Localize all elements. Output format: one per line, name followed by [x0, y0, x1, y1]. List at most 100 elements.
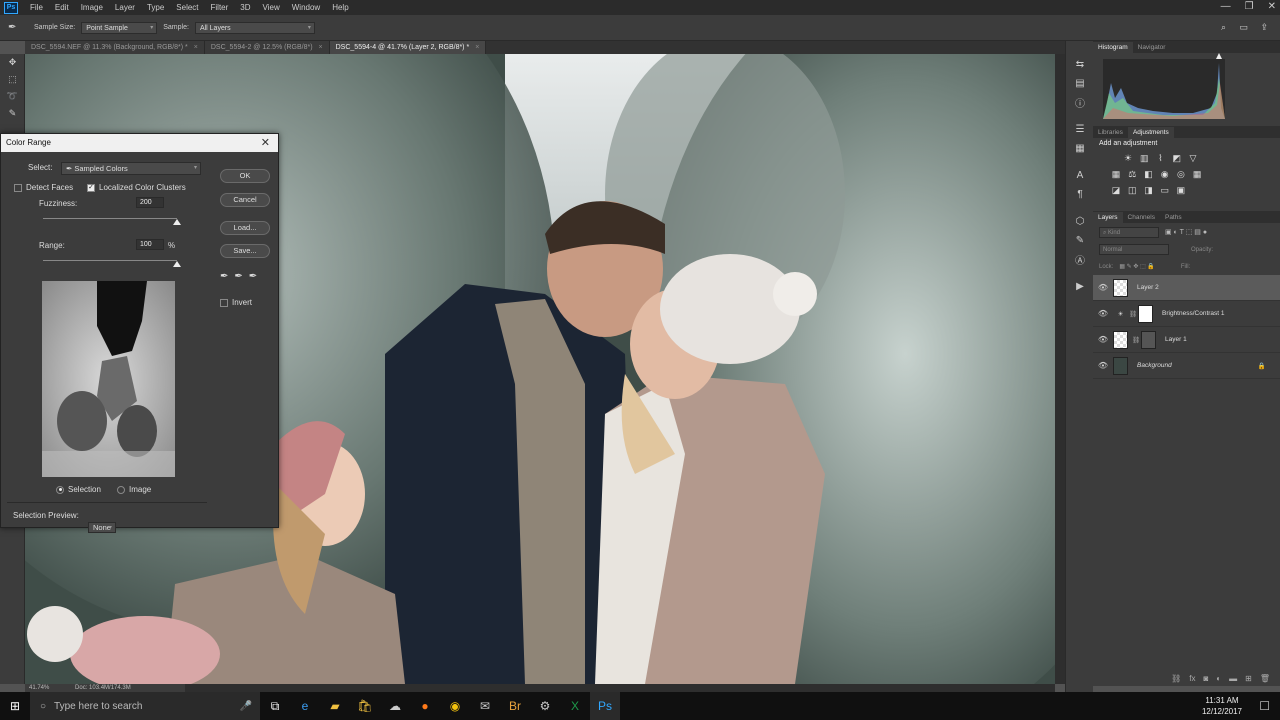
- eyedropper-tool-icon[interactable]: ✒: [8, 22, 28, 33]
- move-tool-icon[interactable]: ✥: [0, 54, 25, 71]
- color-balance-icon[interactable]: ⚖: [1125, 169, 1139, 179]
- layer-row-layer2[interactable]: 👁 Layer 2: [1093, 275, 1280, 301]
- tab-layers[interactable]: Layers: [1093, 212, 1123, 223]
- new-group-icon[interactable]: ▬: [1229, 674, 1237, 683]
- layer-name[interactable]: Layer 1: [1165, 336, 1187, 343]
- menu-layer[interactable]: Layer: [109, 3, 141, 12]
- close-tab-icon[interactable]: ×: [194, 44, 198, 51]
- tab-channels[interactable]: Channels: [1123, 212, 1160, 223]
- blend-mode-select[interactable]: Normal: [1099, 244, 1169, 255]
- new-adjustment-icon[interactable]: ◐: [1216, 674, 1221, 683]
- vibrance-icon[interactable]: ▽: [1186, 153, 1200, 163]
- mail-icon[interactable]: ✉: [470, 692, 500, 720]
- zoom-level[interactable]: 41.74%: [29, 685, 49, 691]
- levels-icon[interactable]: ▥: [1137, 153, 1151, 163]
- tab-histogram[interactable]: Histogram: [1093, 42, 1133, 53]
- app-icon[interactable]: ☁: [380, 692, 410, 720]
- load-button[interactable]: Load...: [220, 221, 270, 235]
- invert-row[interactable]: Invert: [220, 298, 252, 307]
- glyph-icon[interactable]: Ⓐ: [1066, 250, 1094, 269]
- gradient-map-icon[interactable]: ▭: [1158, 185, 1172, 195]
- marquee-tool-icon[interactable]: ⬚: [0, 71, 25, 88]
- bw-icon[interactable]: ◧: [1141, 169, 1155, 179]
- color-lookup-icon[interactable]: ▦: [1190, 169, 1204, 179]
- visibility-eye-icon[interactable]: 👁: [1093, 335, 1113, 344]
- share-icon[interactable]: ⇪: [1260, 22, 1268, 33]
- windows-start-icon[interactable]: ⊞: [0, 692, 30, 720]
- eyedropper-minus-icon[interactable]: ✒: [249, 271, 257, 282]
- menu-view[interactable]: View: [257, 3, 286, 12]
- image-radio-row[interactable]: Image: [117, 485, 151, 494]
- character-icon[interactable]: A: [1066, 166, 1094, 185]
- fuzziness-slider-knob[interactable]: [173, 219, 181, 225]
- hue-sat-icon[interactable]: ▦: [1109, 169, 1123, 179]
- channel-mixer-icon[interactable]: ◎: [1174, 169, 1188, 179]
- image-radio[interactable]: [117, 485, 125, 494]
- eyedropper-icon[interactable]: ✒: [220, 271, 228, 282]
- play-icon[interactable]: ▶: [1066, 277, 1094, 296]
- invert-checkbox[interactable]: [220, 298, 228, 307]
- 3d-icon[interactable]: ⬡: [1066, 212, 1094, 231]
- menu-filter[interactable]: Filter: [205, 3, 235, 12]
- swatches-icon[interactable]: ▦: [1066, 139, 1094, 158]
- save-button[interactable]: Save...: [220, 244, 270, 258]
- info-icon[interactable]: ⓘ: [1066, 93, 1094, 112]
- menu-help[interactable]: Help: [326, 3, 354, 12]
- range-input[interactable]: 100: [136, 239, 164, 250]
- maximize-icon[interactable]: ❐: [1245, 0, 1254, 14]
- select-dropdown[interactable]: ✒ Sampled Colors: [61, 162, 201, 175]
- fuzziness-input[interactable]: 200: [136, 197, 164, 208]
- close-tab-icon[interactable]: ×: [475, 44, 479, 51]
- actions-icon[interactable]: ▤: [1066, 74, 1094, 93]
- eyedropper-plus-icon[interactable]: ✒: [234, 271, 242, 282]
- localized-checkbox[interactable]: ✓: [87, 183, 95, 192]
- new-layer-icon[interactable]: ⊞: [1245, 674, 1252, 683]
- layer-row-layer1[interactable]: 👁 ⛓ Layer 1: [1093, 327, 1280, 353]
- selection-radio[interactable]: [56, 485, 64, 494]
- curves-icon[interactable]: ⌇: [1153, 153, 1167, 163]
- range-slider-knob[interactable]: [173, 261, 181, 267]
- sample-select[interactable]: All Layers: [194, 21, 315, 34]
- history-icon[interactable]: ⇆: [1066, 55, 1094, 74]
- close-tab-icon[interactable]: ×: [319, 44, 323, 51]
- chrome-icon[interactable]: ◉: [440, 692, 470, 720]
- menu-type[interactable]: Type: [141, 3, 170, 12]
- detect-faces-checkbox[interactable]: [14, 183, 22, 192]
- notification-icon[interactable]: ☐: [1259, 699, 1270, 713]
- threshold-icon[interactable]: ◨: [1141, 185, 1155, 195]
- microphone-icon[interactable]: 🎤: [240, 701, 252, 712]
- add-mask-icon[interactable]: ◙: [1203, 674, 1208, 683]
- exposure-icon[interactable]: ◩: [1170, 153, 1184, 163]
- photo-filter-icon[interactable]: ◉: [1158, 169, 1172, 179]
- menu-file[interactable]: File: [24, 3, 49, 12]
- fuzziness-slider[interactable]: [43, 218, 177, 219]
- filter-pixel-icon[interactable]: ▣ ◐ T ⬚ ▤ ●: [1165, 228, 1207, 236]
- layer-name[interactable]: Brightness/Contrast 1: [1162, 310, 1225, 317]
- task-view-icon[interactable]: ⧉: [260, 692, 290, 720]
- delete-layer-icon[interactable]: 🗑: [1260, 674, 1270, 683]
- fx-icon[interactable]: fx: [1189, 674, 1195, 683]
- invert-icon[interactable]: ◪: [1109, 185, 1123, 195]
- visibility-eye-icon[interactable]: 👁: [1093, 361, 1113, 370]
- visibility-eye-icon[interactable]: 👁: [1093, 309, 1113, 318]
- doc-tab-2[interactable]: DSC_5594-2 @ 12.5% (RGB/8*) ×: [204, 41, 330, 54]
- close-icon[interactable]: ✕: [1268, 0, 1276, 14]
- link-layers-icon[interactable]: ⛓: [1171, 674, 1181, 683]
- sample-size-select[interactable]: Point Sample: [81, 21, 158, 34]
- vertical-scrollbar[interactable]: [1055, 54, 1065, 684]
- posterize-icon[interactable]: ◫: [1125, 185, 1139, 195]
- firefox-icon[interactable]: ●: [410, 692, 440, 720]
- layer-name[interactable]: Layer 2: [1137, 284, 1159, 291]
- selection-preview-image[interactable]: [42, 281, 175, 477]
- cancel-button[interactable]: Cancel: [220, 193, 270, 207]
- bridge-icon[interactable]: Br: [500, 692, 530, 720]
- lasso-tool-icon[interactable]: ➰: [0, 88, 25, 105]
- detect-faces-row[interactable]: Detect Faces: [14, 183, 73, 192]
- tab-libraries[interactable]: Libraries: [1093, 127, 1128, 138]
- search-icon[interactable]: ⌕: [1221, 22, 1226, 33]
- doc-size[interactable]: Doc: 103.4M/174.3M: [75, 685, 131, 691]
- workspace-icon[interactable]: ▭: [1239, 22, 1248, 33]
- lock-icons[interactable]: ▦ ✎ ✥ ⬚ 🔒: [1119, 263, 1155, 270]
- doc-tab-3[interactable]: DSC_5594-4 @ 41.7% (Layer 2, RGB/8*) * ×: [329, 41, 487, 54]
- layer-filter-search[interactable]: ⌕ Kind: [1099, 226, 1159, 238]
